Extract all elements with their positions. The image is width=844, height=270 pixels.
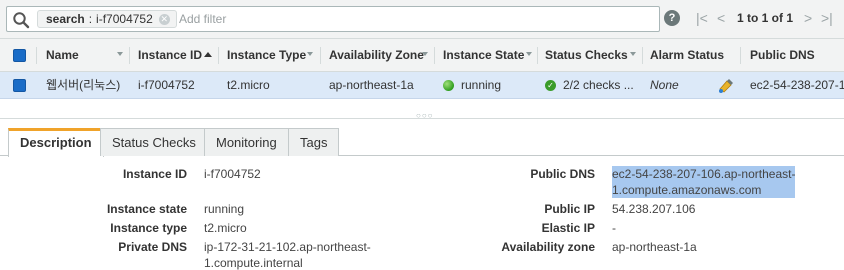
column-divider <box>36 47 37 64</box>
detail-value-instance-id: i-f7004752 <box>204 167 261 181</box>
detail-value-elastic-ip: - <box>612 221 616 235</box>
cell-alarm-status: None <box>650 78 679 92</box>
cell-instance-state: running <box>461 78 502 92</box>
pane-splitter[interactable]: ○○○ <box>0 99 844 120</box>
column-menu-icon[interactable] <box>630 52 636 56</box>
column-divider <box>129 47 130 64</box>
cell-status-checks[interactable]: 2/2 checks ... <box>563 72 634 99</box>
column-menu-icon[interactable] <box>422 52 428 56</box>
column-divider <box>320 47 321 64</box>
detail-label-availability-zone: Availability zone <box>501 240 595 254</box>
column-header-instance-state[interactable]: Instance State <box>443 39 524 72</box>
detail-label-instance-state: Instance state <box>106 202 187 216</box>
detail-label-instance-id: Instance ID <box>122 167 187 181</box>
column-header-instance-type[interactable]: Instance Type <box>227 39 306 72</box>
cell-name: 웹서버(리눅스) <box>46 78 121 92</box>
column-header-public-dns[interactable]: Public DNS <box>750 39 815 72</box>
column-menu-icon[interactable] <box>307 52 313 56</box>
column-header-alarm-status[interactable]: Alarm Status <box>650 39 724 72</box>
filter-token-value: i-f7004752 <box>96 12 153 26</box>
table-row[interactable]: 웹서버(리눅스) i-f7004752 t2.micro ap-northeas… <box>0 72 844 99</box>
column-divider <box>434 47 435 64</box>
filter-token-key: search <box>46 12 85 26</box>
pagination-text: 1 to 1 of 1 <box>737 11 794 25</box>
filter-token[interactable]: search : i-f7004752 ✕ <box>37 10 177 28</box>
tab-tags[interactable]: Tags <box>288 128 340 156</box>
search-box[interactable]: search : i-f7004752 ✕ <box>6 6 660 32</box>
column-menu-icon[interactable] <box>526 52 532 56</box>
detail-label-instance-type: Instance type <box>110 221 187 235</box>
detail-value-instance-state: running <box>204 202 245 216</box>
help-icon[interactable]: ? <box>664 10 680 26</box>
filter-token-separator: : <box>88 12 93 26</box>
filter-bar: search : i-f7004752 ✕ ? |< < 1 to 1 of 1… <box>0 0 844 39</box>
column-menu-icon[interactable] <box>117 52 123 56</box>
detail-label-public-ip: Public IP <box>544 202 595 216</box>
tab-description[interactable]: Description <box>8 128 104 157</box>
row-checkbox[interactable] <box>13 79 26 92</box>
create-alarm-icon[interactable] <box>717 77 735 94</box>
detail-value-private-dns-line1: ip-172-31-21-102.ap-northeast- <box>204 240 371 254</box>
next-page-icon[interactable]: > <box>804 9 812 27</box>
detail-value-public-ip: 54.238.207.106 <box>612 202 696 216</box>
column-header-instance-id[interactable]: Instance ID <box>138 39 202 72</box>
search-input[interactable] <box>179 10 479 28</box>
select-all-checkbox[interactable] <box>13 49 26 62</box>
search-icon <box>13 12 30 29</box>
cell-instance-type: t2.micro <box>227 78 270 92</box>
last-page-icon[interactable]: >| <box>821 9 833 27</box>
cell-public-dns: ec2-54-238-207-10 <box>750 78 844 92</box>
prev-page-icon[interactable]: < <box>717 9 725 27</box>
table-header: Name Instance ID Instance Type Availabil… <box>0 39 844 72</box>
column-divider <box>740 47 741 64</box>
column-header-name[interactable]: Name <box>46 39 79 72</box>
detail-value-instance-type: t2.micro <box>204 221 247 235</box>
tab-status-checks[interactable]: Status Checks <box>100 128 208 156</box>
first-page-icon[interactable]: |< <box>696 9 708 27</box>
detail-value-private-dns-line2: 1.compute.internal <box>204 256 303 270</box>
detail-value-public-dns-line1[interactable]: ec2-54-238-207-106.ap-northeast- <box>612 166 795 182</box>
column-divider <box>642 47 643 64</box>
sort-ascending-icon[interactable] <box>204 52 212 57</box>
column-header-status-checks[interactable]: Status Checks <box>545 39 628 72</box>
detail-value-availability-zone: ap-northeast-1a <box>612 240 697 254</box>
column-divider <box>537 47 538 64</box>
cell-availability-zone: ap-northeast-1a <box>329 78 414 92</box>
detail-tabs: Description Status Checks Monitoring Tag… <box>0 119 844 157</box>
status-check-ok-icon: ✓ <box>545 80 556 91</box>
tab-monitoring[interactable]: Monitoring <box>204 128 289 156</box>
detail-label-public-dns: Public DNS <box>530 167 595 181</box>
cell-instance-id: i-f7004752 <box>138 78 195 92</box>
detail-label-private-dns: Private DNS <box>118 240 187 254</box>
detail-label-elastic-ip: Elastic IP <box>541 221 595 235</box>
column-header-availability-zone[interactable]: Availability Zone <box>329 39 424 72</box>
clear-token-icon[interactable]: ✕ <box>158 13 170 25</box>
running-status-icon <box>443 80 454 91</box>
column-divider <box>218 47 219 64</box>
detail-value-public-dns-line2[interactable]: 1.compute.amazonaws.com <box>612 182 761 198</box>
